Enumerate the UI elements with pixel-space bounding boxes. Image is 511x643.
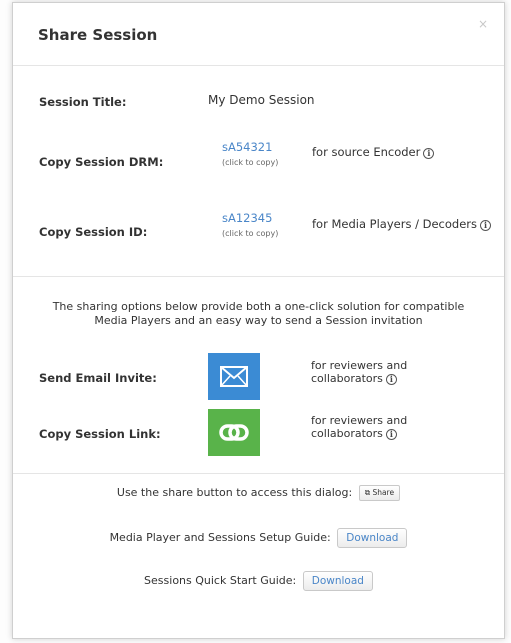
share-button-hint: Use the share button to access this dial…: [116, 486, 353, 499]
quick-start-row: Sessions Quick Start Guide: Download: [13, 571, 504, 591]
section-divider: [13, 276, 504, 277]
share-button-label: Share: [372, 488, 395, 497]
copy-link-description: for reviewers and collaborators i: [311, 414, 407, 440]
quick-start-text: Sessions Quick Start Guide:: [144, 574, 297, 587]
copy-session-id-label: Copy Session ID:: [39, 225, 148, 239]
envelope-icon: [220, 366, 248, 387]
setup-guide-text: Media Player and Sessions Setup Guide:: [109, 531, 331, 544]
sharing-intro-line-1: The sharing options below provide both a…: [52, 300, 465, 313]
session-drm-description: for source Encoder i: [312, 145, 435, 159]
email-invite-description: for reviewers and collaborators i: [311, 359, 407, 385]
dialog-header: Share Session ×: [13, 3, 504, 66]
session-id-click-hint: (click to copy): [222, 229, 279, 238]
session-title-value: My Demo Session: [208, 93, 315, 107]
link-desc-line-2: collaborators: [311, 427, 383, 440]
info-icon[interactable]: i: [423, 148, 435, 159]
share-icon: ⧉: [364, 488, 371, 497]
copy-session-link-label: Copy Session Link:: [39, 427, 161, 441]
share-button-row: Use the share button to access this dial…: [13, 485, 504, 501]
copy-link-button[interactable]: [208, 409, 260, 456]
share-button[interactable]: ⧉ Share: [358, 485, 401, 501]
copy-session-drm-label: Copy Session DRM:: [39, 155, 164, 169]
send-email-invite-label: Send Email Invite:: [39, 371, 157, 385]
setup-guide-download-button[interactable]: Download: [337, 528, 408, 548]
sharing-intro-line-2: Media Players and an easy way to send a …: [94, 314, 423, 327]
chain-link-icon: [219, 424, 249, 441]
session-drm-click-hint: (click to copy): [222, 158, 279, 167]
quick-start-download-button[interactable]: Download: [302, 571, 373, 591]
session-drm-desc-text: for source Encoder: [312, 145, 421, 159]
setup-guide-row: Media Player and Sessions Setup Guide: D…: [13, 528, 504, 548]
session-id-desc-text: for Media Players / Decoders: [312, 217, 478, 231]
session-drm-code[interactable]: sA54321: [222, 140, 272, 154]
email-desc-line-2-row: collaborators i: [311, 372, 407, 385]
session-id-code[interactable]: sA12345: [222, 211, 272, 225]
session-id-description: for Media Players / Decoders i: [312, 217, 492, 231]
share-session-dialog: Share Session × Session Title: My Demo S…: [12, 2, 505, 639]
close-icon[interactable]: ×: [478, 17, 488, 31]
info-icon[interactable]: i: [385, 374, 397, 385]
email-desc-line-2: collaborators: [311, 372, 383, 385]
info-icon[interactable]: i: [385, 429, 397, 440]
sharing-intro-text: The sharing options below provide both a…: [33, 300, 484, 328]
session-title-label: Session Title:: [39, 95, 127, 109]
link-desc-line-1: for reviewers and: [311, 414, 408, 427]
email-desc-line-1: for reviewers and: [311, 359, 408, 372]
dialog-title: Share Session: [38, 26, 158, 44]
link-desc-line-2-row: collaborators i: [311, 427, 407, 440]
email-invite-button[interactable]: [208, 353, 260, 400]
info-icon[interactable]: i: [480, 220, 492, 231]
footer-divider: [13, 473, 504, 474]
